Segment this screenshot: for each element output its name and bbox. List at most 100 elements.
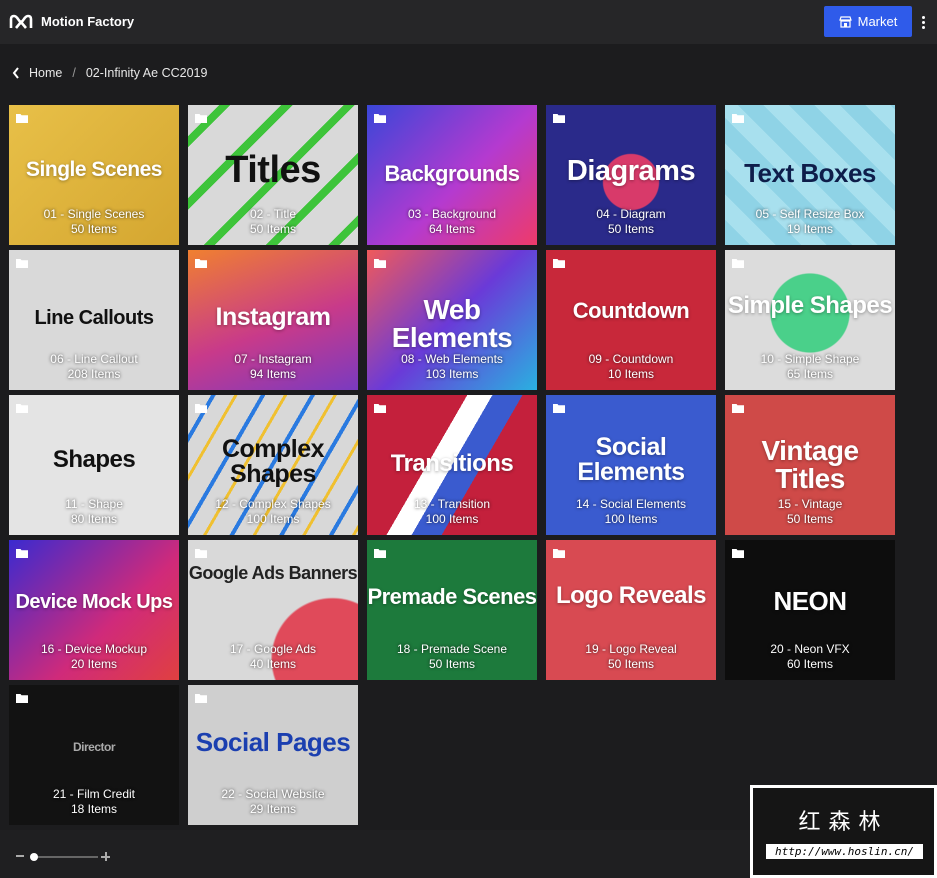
tile-name: 01 - Single Scenes <box>43 207 145 221</box>
more-menu-icon[interactable] <box>918 12 928 32</box>
folder-icon <box>732 549 744 558</box>
watermark-url: http://www.hoslin.cn/ <box>766 844 923 859</box>
folder-tile[interactable]: Text Boxes 05 - Self Resize Box 19 Items <box>725 105 895 245</box>
folder-icon <box>553 549 565 558</box>
folder-tile[interactable]: Logo Reveals 19 - Logo Reveal 50 Items <box>546 540 716 680</box>
tile-name: 03 - Background <box>407 207 497 221</box>
folder-tile[interactable]: Device Mock Ups 16 - Device Mockup 20 Item… <box>9 540 179 680</box>
folder-grid: Single Scenes 01 - Single Scenes 50 Items T… <box>9 105 895 825</box>
tile-item-count: 40 Items <box>249 657 297 671</box>
tile-name: 15 - Vintage <box>777 497 843 511</box>
folder-tile[interactable]: Simple Shapes 10 - Simple Shape 65 Items <box>725 250 895 390</box>
zoom-slider-handle[interactable] <box>30 853 38 861</box>
folder-tile[interactable]: Complex Shapes 12 - Complex Shapes 100 Ite… <box>188 395 358 535</box>
folder-tile[interactable]: Diagrams 04 - Diagram 50 Items <box>546 105 716 245</box>
breadcrumb-separator: / <box>72 66 76 80</box>
tile-name: 07 - Instagram <box>234 352 312 366</box>
tile-name: 11 - Shape <box>65 497 123 511</box>
folder-icon <box>374 259 386 268</box>
folder-icon <box>195 404 207 413</box>
tile-item-count: 60 Items <box>786 657 834 671</box>
folder-tile[interactable]: Instagram 07 - Instagram 94 Items <box>188 250 358 390</box>
folder-tile[interactable]: Web Elements 08 - Web Elements 103 Items <box>367 250 537 390</box>
tile-name: 14 - Social Elements <box>575 497 687 511</box>
tile-name: 12 - Complex Shapes <box>215 497 331 511</box>
folder-tile[interactable]: Line Callouts 06 - Line Callout 208 Items <box>9 250 179 390</box>
tile-name: 21 - Film Credit <box>52 787 135 801</box>
app-title: Motion Factory <box>41 14 135 29</box>
tile-item-count: 20 Items <box>70 657 118 671</box>
folder-icon <box>374 549 386 558</box>
zoom-out-icon[interactable] <box>16 855 24 857</box>
folder-tile[interactable]: Vintage Titles 15 - Vintage 50 Items <box>725 395 895 535</box>
breadcrumb: Home / 02-Infinity Ae CC2019 <box>11 64 207 82</box>
folder-icon <box>553 114 565 123</box>
motion-factory-logo-icon <box>9 14 33 29</box>
folder-icon <box>732 259 744 268</box>
folder-icon <box>195 694 207 703</box>
folder-icon <box>195 114 207 123</box>
tile-item-count: 100 Items <box>425 512 479 526</box>
tile-item-count: 50 Items <box>786 512 834 526</box>
folder-tile[interactable]: NEON 20 - Neon VFX 60 Items <box>725 540 895 680</box>
tile-item-count: 50 Items <box>428 657 476 671</box>
folder-tile[interactable]: Transitions 13 - Transition 100 Items <box>367 395 537 535</box>
tile-item-count: 80 Items <box>70 512 118 526</box>
market-button-label: Market <box>857 14 898 29</box>
folder-icon <box>16 694 28 703</box>
store-icon <box>838 15 852 28</box>
tile-item-count: 94 Items <box>249 367 297 381</box>
folder-tile[interactable]: Shapes 11 - Shape 80 Items <box>9 395 179 535</box>
folder-tile[interactable]: Director 21 - Film Credit 18 Items <box>9 685 179 825</box>
tile-item-count: 10 Items <box>607 367 655 381</box>
folder-tile[interactable]: Google Ads Banners 17 - Google Ads 40 Item… <box>188 540 358 680</box>
folder-icon <box>16 114 28 123</box>
folder-tile[interactable]: Single Scenes 01 - Single Scenes 50 Items <box>9 105 179 245</box>
tile-name: 22 - Social Website <box>221 787 325 801</box>
tile-item-count: 50 Items <box>70 222 118 236</box>
folder-tile[interactable]: Social Elements 14 - Social Elements 100 I… <box>546 395 716 535</box>
tile-item-count: 65 Items <box>786 367 834 381</box>
tile-item-count: 208 Items <box>67 367 121 381</box>
folder-icon <box>16 549 28 558</box>
folder-tile[interactable]: Social Pages 22 - Social Website 29 Items <box>188 685 358 825</box>
tile-name: 08 - Web Elements <box>401 352 503 366</box>
app-header: Motion Factory Market <box>0 0 937 44</box>
tile-item-count: 18 Items <box>70 802 118 816</box>
zoom-slider-track[interactable] <box>32 856 98 858</box>
folder-icon <box>374 404 386 413</box>
tile-item-count: 50 Items <box>249 222 297 236</box>
folder-icon <box>374 114 386 123</box>
tile-name: 06 - Line Callout <box>50 352 138 366</box>
tile-name: 16 - Device Mockup <box>40 642 148 656</box>
watermark: 红森林 http://www.hoslin.cn/ <box>750 785 937 878</box>
folder-tile[interactable]: Premade Scenes 18 - Premade Scene 50 Items <box>367 540 537 680</box>
tile-item-count: 29 Items <box>249 802 297 816</box>
folder-icon <box>195 549 207 558</box>
tile-name: 05 - Self Resize Box <box>755 207 865 221</box>
folder-icon <box>195 259 207 268</box>
tile-name: 10 - Simple Shape <box>760 352 860 366</box>
tile-item-count: 50 Items <box>607 222 655 236</box>
tile-item-count: 100 Items <box>604 512 658 526</box>
tile-item-count: 103 Items <box>425 367 479 381</box>
folder-tile[interactable]: Backgrounds 03 - Background 64 Items <box>367 105 537 245</box>
tile-name: 17 - Google Ads <box>229 642 317 656</box>
tile-name: 13 - Transition <box>413 497 491 511</box>
zoom-in-icon[interactable] <box>101 852 110 861</box>
tile-name: 20 - Neon VFX <box>770 642 850 656</box>
tile-name: 19 - Logo Reveal <box>585 642 677 656</box>
market-button[interactable]: Market <box>824 6 912 37</box>
watermark-chinese-text: 红森林 <box>798 810 889 835</box>
breadcrumb-current: 02-Infinity Ae CC2019 <box>85 66 208 80</box>
chevron-left-icon[interactable] <box>11 66 21 80</box>
tile-item-count: 100 Items <box>246 512 300 526</box>
folder-icon <box>553 259 565 268</box>
tile-name: 02 - Title <box>249 207 297 221</box>
folder-tile[interactable]: Countdown 09 - Countdown 10 Items <box>546 250 716 390</box>
folder-icon <box>16 259 28 268</box>
folder-tile[interactable]: Titles 02 - Title 50 Items <box>188 105 358 245</box>
tile-item-count: 64 Items <box>428 222 476 236</box>
breadcrumb-home[interactable]: Home <box>29 66 62 80</box>
tile-name: 04 - Diagram <box>596 207 666 221</box>
